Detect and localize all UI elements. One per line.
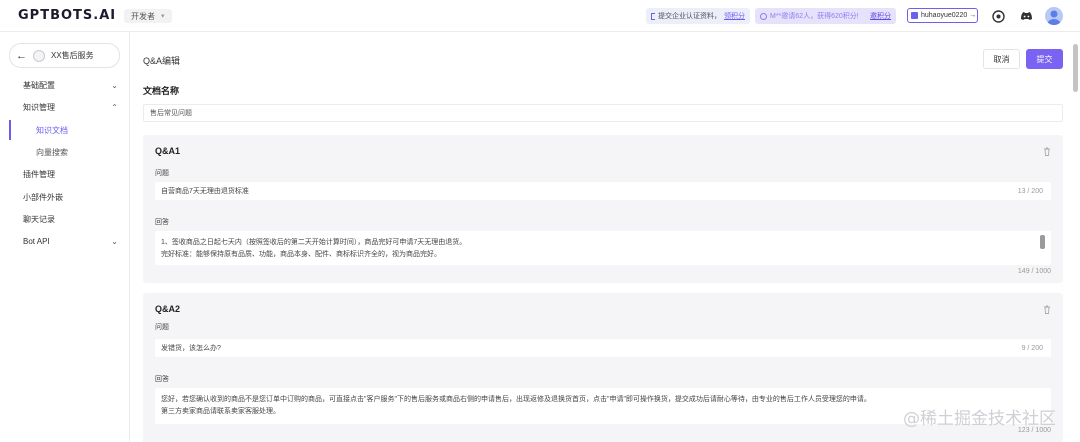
top-header: GPTBOTS.AI 开发者 ▾ 提交企业认证资料， 领积分 M**邀请62人，… [0, 0, 1080, 32]
sidebar-item-widget-embed[interactable]: 小部件外嵌 [23, 190, 118, 204]
answer-label: 回答 [155, 219, 169, 226]
user-badge-icon [911, 12, 918, 19]
invite-link[interactable]: 邀积分 [870, 11, 891, 21]
sidebar-item-plugins[interactable]: 插件管理 [23, 167, 118, 181]
sidebar-item-label: 基础配置 [23, 80, 55, 90]
active-indicator [9, 120, 11, 140]
app-logo[interactable]: GPTBOTS.AI [18, 8, 116, 23]
discord-icon[interactable] [1017, 7, 1035, 25]
doc-name-label: 文档名称 [143, 86, 180, 96]
user-avatar[interactable] [1045, 7, 1063, 25]
question-text: 自营商品7天无理由退货标准 [161, 188, 249, 195]
page-title: Q&A编辑 [143, 56, 181, 66]
username: huhaoyue0220 → [921, 12, 977, 19]
chatgpt-icon[interactable] [989, 7, 1007, 25]
sidebar: ← XX售后服务 基础配置 ⌄ 知识管理 ⌃ 知识文档 向量搜索 插件管理 小部… [0, 32, 130, 442]
enterprise-cert-link[interactable]: 领积分 [724, 11, 745, 21]
sidebar-item-label: 小部件外嵌 [23, 192, 63, 202]
page-scrollbar[interactable] [1073, 44, 1078, 92]
env-select-value: 开发者 [131, 11, 155, 21]
chevron-down-icon: ⌄ [111, 80, 118, 90]
shield-icon [651, 12, 655, 20]
submit-button[interactable]: 提交 [1026, 49, 1063, 69]
trash-icon[interactable] [1043, 147, 1051, 156]
chevron-down-icon: ⌄ [111, 236, 118, 246]
answer-line: 完好标准：能够保持原有品质、功能，商品本身、配件、商标标识齐全的，视为商品完好。 [161, 251, 441, 258]
question-label: 问题 [155, 170, 169, 177]
sidebar-item-label: 知识管理 [23, 102, 55, 112]
answer-line: 1、签收商品之日起七天内（按照签收后的第二天开始计算时间），商品完好可申请7天无… [161, 239, 467, 246]
user-account-button[interactable]: huhaoyue0220 → [907, 8, 978, 23]
answer-textarea[interactable]: 1、签收商品之日起七天内（按照签收后的第二天开始计算时间），商品完好可申请7天无… [155, 231, 1051, 265]
question-char-count: 13 / 200 [1017, 187, 1043, 195]
textarea-scrollbar[interactable] [1040, 235, 1045, 249]
sidebar-item-chat-log[interactable]: 聊天记录 [23, 212, 118, 226]
qa-title: Q&A1 [155, 146, 181, 156]
bot-selector[interactable]: ← XX售后服务 [9, 43, 120, 68]
question-char-count: 9 / 200 [1021, 344, 1043, 352]
back-arrow-icon[interactable]: ← [16, 50, 27, 62]
qa-card: Q&A1 问题 自营商品7天无理由退货标准 13 / 200 回答 1、签收商品… [143, 135, 1063, 283]
sidebar-item-basic-config[interactable]: 基础配置 ⌄ [23, 78, 118, 92]
sidebar-item-label: 插件管理 [23, 169, 55, 179]
enterprise-cert-text: 提交企业认证资料， [658, 13, 721, 20]
answer-line: 您好，若您确认收到的商品不是您订单中订购的商品，可直接点击"客户服务"下的售后服… [161, 396, 871, 403]
sidebar-item-knowledge-docs[interactable]: 知识文档 [36, 123, 68, 137]
answer-line: 第三方卖家商品请联系卖家客服处理。 [161, 408, 280, 415]
sidebar-item-label: 聊天记录 [23, 214, 55, 224]
sidebar-item-knowledge[interactable]: 知识管理 ⌃ [23, 100, 118, 114]
chevron-up-icon: ⌃ [111, 102, 118, 112]
doc-name-input[interactable]: 售后常见问题 [143, 104, 1063, 122]
chevron-down-icon: ▾ [161, 13, 165, 20]
answer-char-count: 149 / 1000 [1017, 268, 1051, 275]
bell-icon [760, 12, 767, 20]
sidebar-item-bot-api[interactable]: Bot API ⌄ [23, 234, 118, 248]
sidebar-item-vector-search[interactable]: 向量搜索 [36, 145, 68, 159]
invite-text: M**邀请62人，获得620积分! [770, 13, 859, 20]
question-text: 发错货，该怎么办? [161, 345, 221, 352]
bot-avatar [33, 49, 45, 62]
question-input[interactable]: 自营商品7天无理由退货标准 13 / 200 [155, 182, 1051, 200]
env-select[interactable]: 开发者 ▾ [124, 9, 172, 23]
qa-title: Q&A2 [155, 304, 181, 314]
sidebar-item-label: Bot API [23, 236, 50, 246]
watermark: @稀土掘金技术社区 [903, 409, 1056, 429]
trash-icon[interactable] [1043, 305, 1051, 314]
enterprise-cert-banner[interactable]: 提交企业认证资料， 领积分 [646, 8, 750, 24]
invite-banner[interactable]: M**邀请62人，获得620积分! 邀积分 [755, 8, 896, 24]
bot-name: XX售后服务 [51, 51, 94, 60]
main-content: Q&A编辑 取消 提交 文档名称 售后常见问题 Q&A1 问题 自营商品7天无理… [130, 32, 1080, 442]
answer-label: 回答 [155, 376, 169, 383]
question-label: 问题 [155, 324, 169, 331]
question-input[interactable]: 发错货，该怎么办? 9 / 200 [155, 339, 1051, 357]
cancel-button[interactable]: 取消 [983, 49, 1020, 69]
